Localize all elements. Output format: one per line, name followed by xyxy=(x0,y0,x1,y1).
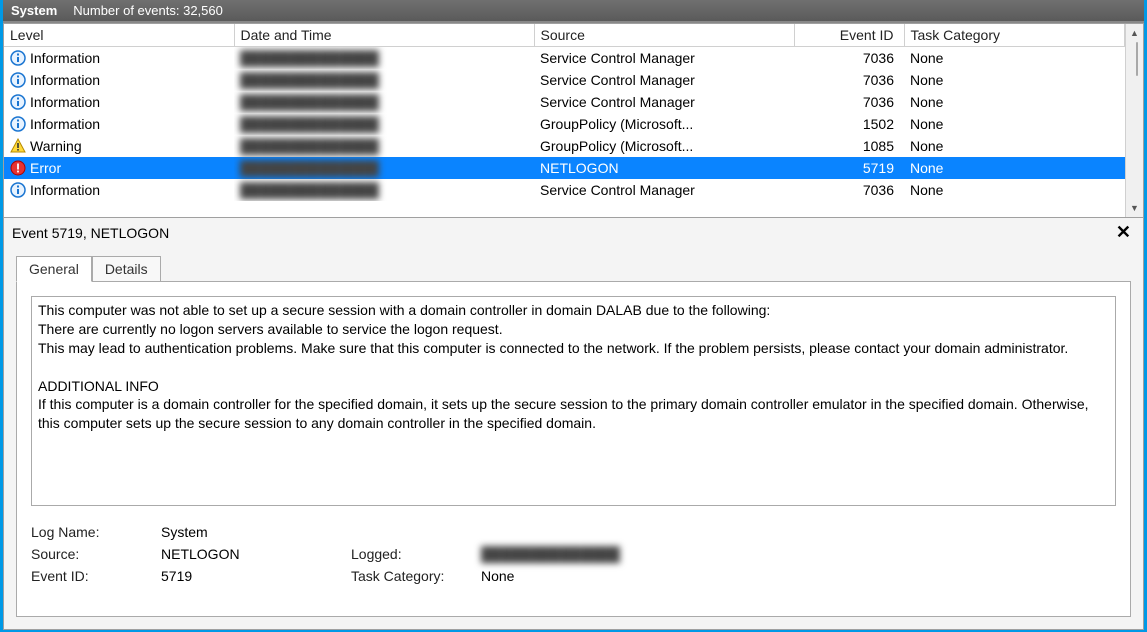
row-task: None xyxy=(904,179,1125,201)
row-task: None xyxy=(904,69,1125,91)
col-date[interactable]: Date and Time xyxy=(234,24,534,47)
row-level: Warning xyxy=(30,138,82,154)
row-event-id: 7036 xyxy=(794,69,904,91)
row-source: Service Control Manager xyxy=(534,69,794,91)
row-task: None xyxy=(904,47,1125,69)
row-event-id: 7036 xyxy=(794,91,904,113)
row-date: ██████████████ xyxy=(240,72,379,88)
row-date: ██████████████ xyxy=(240,182,379,198)
row-source: Service Control Manager xyxy=(534,91,794,113)
info-icon xyxy=(10,72,26,88)
row-source: GroupPolicy (Microsoft... xyxy=(534,113,794,135)
task-category-value: None xyxy=(481,568,1116,584)
event-count: Number of events: 32,560 xyxy=(73,3,223,18)
info-icon xyxy=(10,116,26,132)
row-date: ██████████████ xyxy=(240,50,379,66)
source-label: Source: xyxy=(31,546,161,562)
log-name-value: System xyxy=(161,524,351,540)
row-level: Information xyxy=(30,182,100,198)
logged-value: ██████████████ xyxy=(481,546,1116,562)
table-row[interactable]: Warning ██████████████ GroupPolicy (Micros… xyxy=(4,135,1125,157)
vertical-scrollbar[interactable]: ▲ ▼ xyxy=(1125,24,1143,217)
row-event-id: 1085 xyxy=(794,135,904,157)
event-id-label: Event ID: xyxy=(31,568,161,584)
row-source: Service Control Manager xyxy=(534,179,794,201)
column-headers[interactable]: Level Date and Time Source Event ID Task… xyxy=(4,24,1125,47)
logged-label: Logged: xyxy=(351,546,481,562)
info-icon xyxy=(10,94,26,110)
row-date: ██████████████ xyxy=(240,160,379,176)
col-task-category[interactable]: Task Category xyxy=(904,24,1125,47)
row-date: ██████████████ xyxy=(240,94,379,110)
table-row[interactable]: Information ██████████████ Service Control… xyxy=(4,91,1125,113)
scroll-thumb[interactable] xyxy=(1136,42,1138,76)
warn-icon xyxy=(10,138,26,154)
tab-strip: General Details xyxy=(4,247,1143,281)
event-properties: Log Name: System Source: NETLOGON Logged… xyxy=(31,524,1116,584)
row-task: None xyxy=(904,135,1125,157)
scroll-up-button[interactable]: ▲ xyxy=(1126,24,1143,42)
tab-content: This computer was not able to set up a s… xyxy=(16,281,1131,617)
event-description[interactable]: This computer was not able to set up a s… xyxy=(31,296,1116,506)
table-row[interactable]: Information ██████████████ Service Control… xyxy=(4,179,1125,201)
tab-details[interactable]: Details xyxy=(92,256,161,282)
log-name: System xyxy=(11,3,57,18)
row-event-id: 7036 xyxy=(794,47,904,69)
table-row[interactable]: Error ██████████████ NETLOGON5719None xyxy=(4,157,1125,179)
source-value: NETLOGON xyxy=(161,546,351,562)
row-event-id: 7036 xyxy=(794,179,904,201)
row-source: NETLOGON xyxy=(534,157,794,179)
row-source: Service Control Manager xyxy=(534,47,794,69)
info-icon xyxy=(10,50,26,66)
row-level: Error xyxy=(30,160,61,176)
log-header: System Number of events: 32,560 xyxy=(3,0,1144,23)
row-event-id: 1502 xyxy=(794,113,904,135)
row-source: GroupPolicy (Microsoft... xyxy=(534,135,794,157)
detail-title: Event 5719, NETLOGON xyxy=(12,225,169,241)
table-row[interactable]: Information ██████████████ Service Control… xyxy=(4,47,1125,69)
row-task: None xyxy=(904,91,1125,113)
row-task: None xyxy=(904,157,1125,179)
col-source[interactable]: Source xyxy=(534,24,794,47)
table-row[interactable]: Information ██████████████ GroupPolicy (Mi… xyxy=(4,113,1125,135)
row-level: Information xyxy=(30,50,100,66)
row-level: Information xyxy=(30,94,100,110)
table-row[interactable]: Information ██████████████ Service Control… xyxy=(4,69,1125,91)
detail-pane: Event 5719, NETLOGON ✕ General Details T… xyxy=(3,218,1144,630)
scroll-down-button[interactable]: ▼ xyxy=(1126,199,1143,217)
row-level: Information xyxy=(30,72,100,88)
row-task: None xyxy=(904,113,1125,135)
row-date: ██████████████ xyxy=(240,138,379,154)
info-icon xyxy=(10,182,26,198)
log-name-label: Log Name: xyxy=(31,524,161,540)
row-level: Information xyxy=(30,116,100,132)
error-icon xyxy=(10,160,26,176)
row-date: ██████████████ xyxy=(240,116,379,132)
tab-general[interactable]: General xyxy=(16,256,92,282)
col-level[interactable]: Level xyxy=(4,24,234,47)
close-icon[interactable]: ✕ xyxy=(1112,222,1135,243)
col-event-id[interactable]: Event ID xyxy=(794,24,904,47)
row-event-id: 5719 xyxy=(794,157,904,179)
event-id-value: 5719 xyxy=(161,568,351,584)
event-grid[interactable]: Level Date and Time Source Event ID Task… xyxy=(3,23,1144,218)
task-category-label: Task Category: xyxy=(351,568,481,584)
